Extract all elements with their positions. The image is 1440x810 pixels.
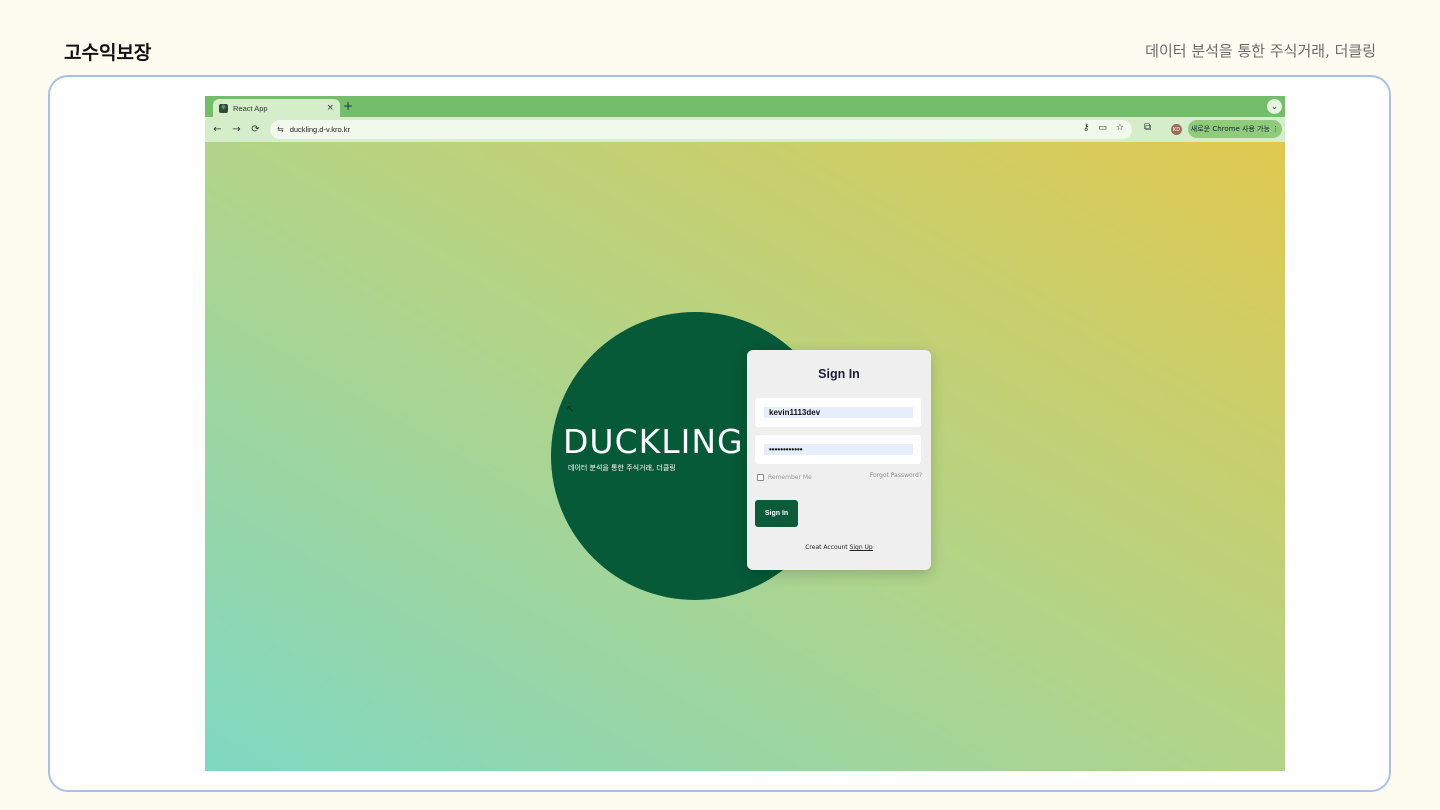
create-account-row: Creat Account Sign Up	[747, 544, 931, 551]
new-tab-icon[interactable]: +	[343, 99, 353, 114]
username-field-wrap	[755, 398, 921, 427]
signin-title: Sign In	[818, 367, 860, 381]
react-favicon-icon: ⚛	[219, 103, 228, 113]
cast-icon[interactable]: ▭	[1098, 123, 1107, 133]
browser-window: ⚛ React App × + ⌄ ← → ⟳ ⇆ duckling.d-v.k…	[205, 96, 1285, 771]
password-key-icon[interactable]: ⚷	[1083, 123, 1090, 133]
site-settings-icon[interactable]: ⇆	[277, 125, 284, 134]
remember-label: Remember Me	[768, 474, 812, 481]
browser-toolbar: ← → ⟳ ⇆ duckling.d-v.kro.kr ⚷ ▭ ☆ ⧉ KD 새…	[205, 117, 1285, 142]
mouse-cursor-icon: ↖	[566, 404, 575, 415]
remember-me[interactable]: Remember Me	[757, 474, 812, 481]
forward-arrow-icon[interactable]: →	[227, 124, 246, 135]
bookmark-star-icon[interactable]: ☆	[1116, 123, 1124, 133]
remember-checkbox[interactable]	[757, 474, 764, 481]
omnibox-actions: ⚷ ▭ ☆	[1083, 123, 1124, 133]
tab-title: React App	[233, 103, 268, 113]
password-input[interactable]	[764, 444, 913, 455]
close-icon[interactable]: ×	[326, 103, 334, 113]
extensions-icon[interactable]: ⧉	[1144, 122, 1151, 133]
forgot-password-link[interactable]: Forgot Password?	[870, 472, 922, 479]
chrome-update-button[interactable]: 새로운 Chrome 사용 가능 ⋮	[1188, 120, 1282, 138]
url-text: duckling.d-v.kro.kr	[289, 125, 350, 134]
slide-subtitle: 데이터 분석을 통한 주식거래, 더클링	[1145, 42, 1376, 60]
brand-logo-text: DUCKLING	[563, 422, 744, 461]
slide-title: 고수익보장	[64, 42, 152, 64]
tab-react-app[interactable]: ⚛ React App ×	[213, 99, 340, 117]
back-arrow-icon[interactable]: ←	[208, 124, 227, 135]
create-account-text: Creat Account	[805, 544, 848, 551]
password-field-wrap	[755, 435, 921, 464]
signup-link[interactable]: Sign Up	[850, 544, 873, 551]
address-bar[interactable]: ⇆ duckling.d-v.kro.kr ⚷ ▭ ☆	[270, 120, 1132, 139]
brand-tagline: 데이터 분석을 통한 주식거래, 더클링	[568, 464, 676, 472]
profile-avatar[interactable]: KD	[1171, 124, 1182, 135]
signin-button[interactable]: Sign In	[755, 500, 798, 527]
username-input[interactable]	[764, 407, 913, 418]
page-viewport: DUCKLING 데이터 분석을 통한 주식거래, 더클링 ↖ Sign In …	[205, 142, 1285, 771]
reload-icon[interactable]: ⟳	[246, 124, 265, 135]
chevron-down-icon[interactable]: ⌄	[1267, 99, 1282, 114]
tab-bar: ⚛ React App × + ⌄	[205, 96, 1285, 117]
signin-card: Sign In Remember Me Forgot Password? Sig…	[747, 350, 931, 570]
